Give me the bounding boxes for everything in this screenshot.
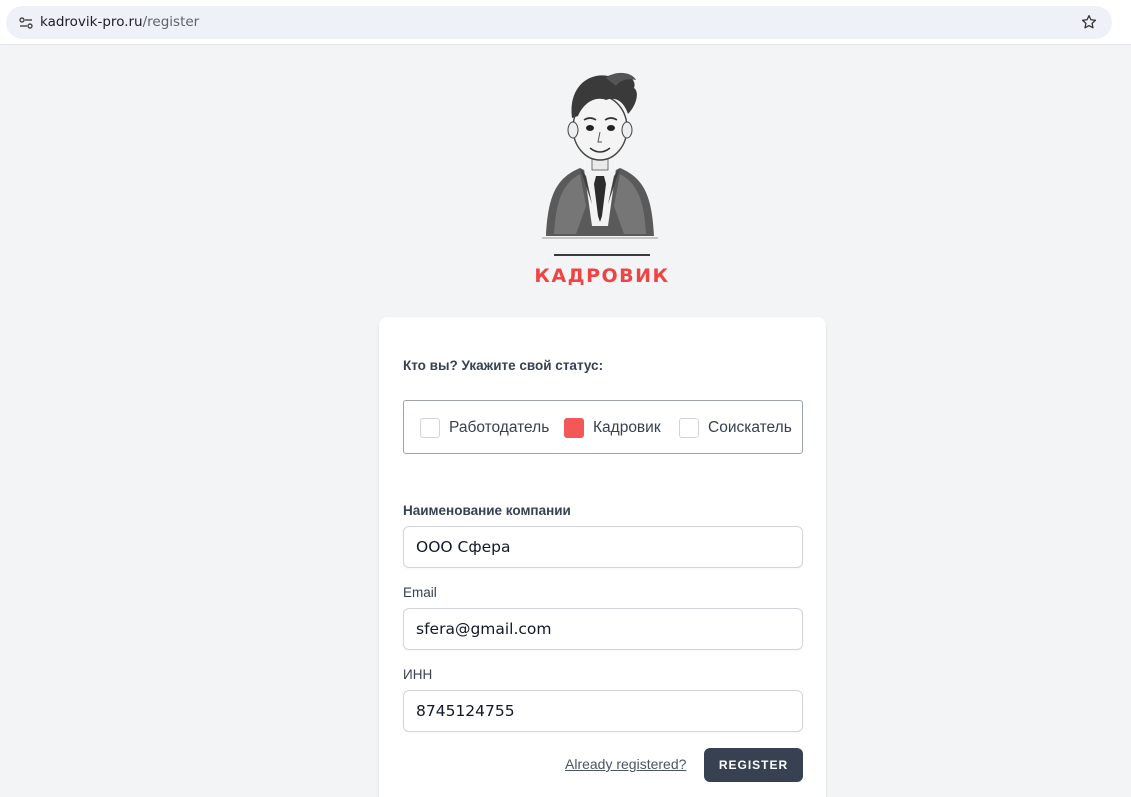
logo-divider xyxy=(554,254,650,256)
employer-label[interactable]: Работодатель xyxy=(449,419,549,437)
brand-name: КАДРОВИК xyxy=(534,265,670,287)
inn-label: ИНН xyxy=(403,667,433,682)
company-name-label: Наименование компании xyxy=(403,503,571,518)
company-name-input[interactable] xyxy=(403,526,803,568)
email-input[interactable] xyxy=(403,608,803,650)
url-text[interactable]: kadrovik-pro.ru/register xyxy=(40,14,199,30)
register-form-card: Кто вы? Укажите свой статус: Работодател… xyxy=(379,317,826,797)
status-option-hr[interactable]: Кадровик xyxy=(564,417,661,439)
browser-toolbar: kadrovik-pro.ru/register xyxy=(0,0,1131,45)
employer-checkbox[interactable] xyxy=(420,418,440,438)
avatar-illustration xyxy=(542,72,658,239)
status-heading: Кто вы? Укажите свой статус: xyxy=(403,358,604,373)
status-option-employer[interactable]: Работодатель xyxy=(420,417,549,439)
url-host: kadrovik-pro.ru xyxy=(40,14,143,30)
already-registered-link[interactable]: Already registered? xyxy=(565,756,686,772)
status-option-applicant[interactable]: Соискатель xyxy=(679,417,792,439)
email-label: Email xyxy=(403,585,437,600)
site-info-icon[interactable] xyxy=(18,15,34,31)
url-path: /register xyxy=(142,14,200,30)
address-bar[interactable]: kadrovik-pro.ru/register xyxy=(6,6,1112,39)
star-icon[interactable] xyxy=(1080,13,1098,31)
hr-checkbox[interactable] xyxy=(564,418,584,438)
register-button[interactable]: REGISTER xyxy=(704,748,803,782)
inn-input[interactable] xyxy=(403,690,803,732)
status-options-group: Работодатель Кадровик Соискатель xyxy=(403,400,803,454)
applicant-label[interactable]: Соискатель xyxy=(708,419,792,437)
hr-label[interactable]: Кадровик xyxy=(593,419,661,437)
applicant-checkbox[interactable] xyxy=(679,418,699,438)
brand-logo: КАДРОВИК xyxy=(530,66,670,296)
